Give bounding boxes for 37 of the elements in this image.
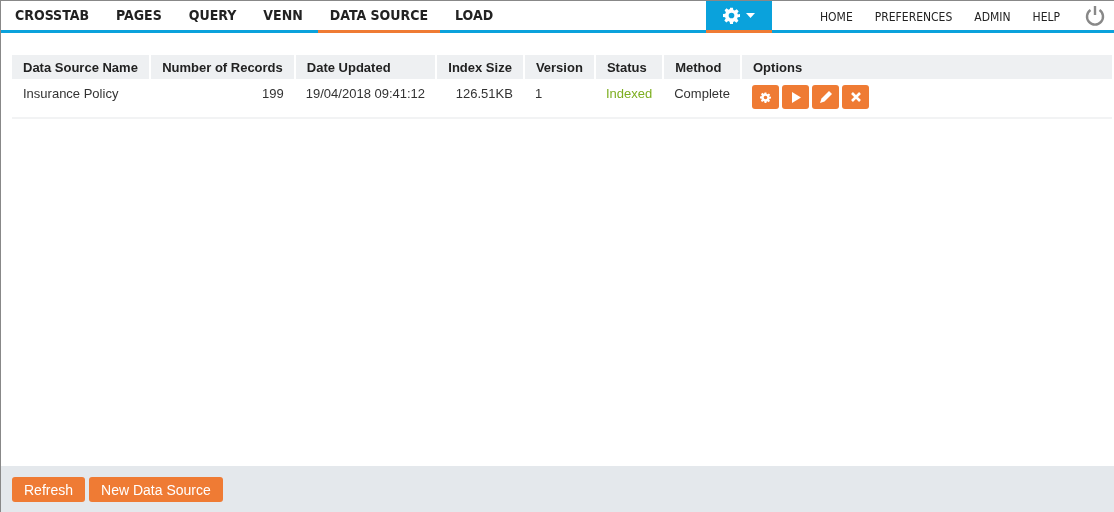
gear-icon: [760, 91, 771, 103]
run-button[interactable]: [782, 85, 809, 109]
table-cell: 126.51KB: [436, 79, 524, 118]
nav-tab[interactable]: QUERY: [176, 1, 249, 33]
column-header: Options: [741, 55, 1112, 79]
table-cell: 199: [150, 79, 295, 118]
settings-button[interactable]: [752, 85, 779, 109]
table-cell: Insurance Policy: [12, 79, 150, 118]
nav-tab[interactable]: PAGES: [104, 1, 174, 33]
nav-tab[interactable]: VENN: [251, 1, 315, 33]
nav-tab[interactable]: CROSSTAB: [3, 1, 101, 33]
column-header: Version: [523, 55, 595, 79]
column-header: Index Size: [436, 55, 524, 79]
table-cell: 1: [523, 79, 595, 118]
nav-tab[interactable]: LOAD: [443, 1, 506, 33]
settings-menu-button[interactable]: [706, 1, 772, 33]
edit-button[interactable]: [812, 85, 839, 109]
delete-button[interactable]: [842, 85, 869, 109]
table-cell: Indexed: [594, 79, 664, 118]
nav-link[interactable]: PREFERENCES: [874, 7, 953, 24]
nav-tab[interactable]: DATA SOURCE: [317, 1, 441, 33]
table-cell: Complete: [663, 79, 741, 118]
column-header: Data Source Name: [12, 55, 150, 79]
nav-link[interactable]: HOME: [820, 7, 853, 24]
close-icon: [850, 92, 861, 102]
caret-icon: [746, 13, 755, 18]
column-header: Date Updated: [294, 55, 437, 79]
nav-link[interactable]: ADMIN: [974, 7, 1011, 24]
power-icon[interactable]: [1084, 4, 1106, 27]
column-header: Number of Records: [150, 55, 295, 79]
table-cell: 19/04/2018 09:41:12: [294, 79, 437, 118]
column-header: Status: [594, 55, 664, 79]
pencil-icon: [819, 91, 832, 103]
column-header: Method: [663, 55, 741, 79]
nav-link[interactable]: HELP: [1032, 7, 1060, 24]
play-icon: [790, 91, 801, 103]
gear-icon: [723, 7, 740, 24]
